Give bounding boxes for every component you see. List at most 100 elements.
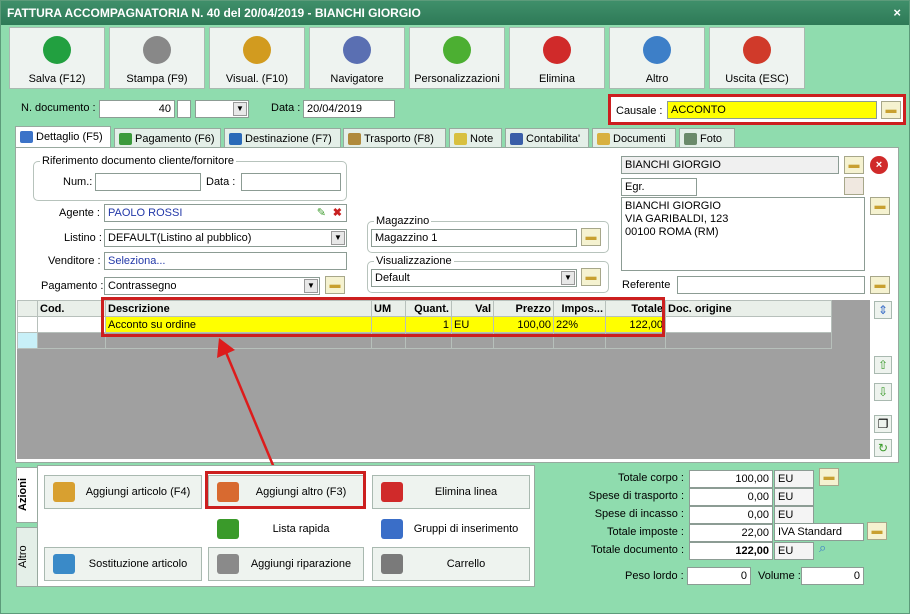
volume-input[interactable]: 0: [801, 567, 864, 585]
altro-button[interactable]: Altro: [609, 27, 705, 89]
column-header[interactable]: Doc. origine: [665, 300, 832, 317]
column-header[interactable]: Cod.: [37, 300, 106, 317]
folder-icon[interactable]: ▬: [819, 468, 839, 486]
aggiungi-articolo-f-button[interactable]: Aggiungi articolo (F4): [44, 475, 202, 509]
arrow-down-icon[interactable]: ⇩: [874, 383, 892, 401]
elimina-linea-button[interactable]: Elimina linea: [372, 475, 530, 509]
sort-icon[interactable]: ⇕: [874, 301, 892, 319]
group-add-icon: [381, 519, 403, 539]
power-icon: [743, 36, 771, 64]
row-highlight: [101, 297, 665, 337]
folder-icon[interactable]: ▬: [870, 197, 890, 215]
listino-select[interactable]: DEFAULT(Listino al pubblico) ▼: [104, 229, 347, 247]
folder-icon[interactable]: ▬: [325, 276, 345, 294]
currency-field: EU: [774, 488, 814, 506]
folder-icon[interactable]: ▬: [881, 101, 901, 119]
tab-contabilita[interactable]: Contabilita': [505, 128, 589, 149]
totale-documento-input[interactable]: 122,00: [689, 542, 773, 560]
venditore-input[interactable]: Seleziona...: [104, 252, 347, 270]
tab-icon: [348, 133, 361, 145]
copy-icon[interactable]: ❐: [874, 415, 892, 433]
iva-select[interactable]: IVA Standard: [774, 523, 864, 541]
totale-trasporto-input[interactable]: 0,00: [689, 488, 773, 506]
person-icon[interactable]: [844, 177, 864, 195]
visual-select[interactable]: Default ▼: [371, 269, 577, 287]
chevron-down-icon[interactable]: ▼: [233, 102, 247, 116]
ndoc-suffix-button[interactable]: [177, 100, 191, 118]
carrello-button[interactable]: Carrello: [372, 547, 530, 581]
causale-label: Causale :: [616, 105, 663, 117]
navigatore-button[interactable]: Navigatore: [309, 27, 405, 89]
tab-label: Contabilita': [526, 133, 581, 145]
tab-documenti[interactable]: Documenti: [592, 128, 676, 149]
chevron-down-icon[interactable]: ▼: [304, 279, 318, 293]
tab-foto[interactable]: Foto: [679, 128, 735, 149]
magazzino-input[interactable]: Magazzino 1: [371, 229, 577, 247]
clear-icon[interactable]: ✖: [333, 205, 342, 221]
sostituzione-articolo-button[interactable]: Sostituzione articolo: [44, 547, 202, 581]
peso-input[interactable]: 0: [687, 567, 751, 585]
prefix-input[interactable]: Egr.: [621, 178, 697, 196]
close-icon[interactable]: ×: [893, 1, 901, 25]
folder-icon[interactable]: ▬: [581, 228, 601, 246]
stampa-f-button[interactable]: Stampa (F9): [109, 27, 205, 89]
row-selector[interactable]: [17, 316, 38, 333]
grid-corner: [17, 300, 38, 317]
totale-incasso-input[interactable]: 0,00: [689, 506, 773, 524]
chevron-down-icon[interactable]: ▼: [561, 271, 575, 285]
folder-icon[interactable]: ▬: [870, 276, 890, 294]
lista-rapida-button[interactable]: Lista rapida: [208, 512, 364, 546]
rif-data-label: Data :: [206, 176, 236, 188]
swap-icon: [53, 554, 75, 574]
tab-icon: [454, 133, 467, 145]
rif-date-input[interactable]: [241, 173, 341, 191]
tab-label: Foto: [700, 133, 723, 145]
tab-note[interactable]: Note: [449, 128, 502, 149]
refresh-icon[interactable]: ↻: [874, 439, 892, 457]
referente-input[interactable]: [677, 276, 865, 294]
currency-field: EU: [774, 470, 814, 488]
tab-pagamento-f[interactable]: Pagamento (F6): [114, 128, 221, 149]
salva-f-button[interactable]: Salva (F12): [9, 27, 105, 89]
uscita-esc-button[interactable]: Uscita (ESC): [709, 27, 805, 89]
ndoc-input[interactable]: 40: [99, 100, 175, 118]
tab-altro[interactable]: Altro: [16, 527, 38, 587]
arrow-up-icon[interactable]: ⇧: [874, 356, 892, 374]
aggiungi-riparazione-button[interactable]: Aggiungi riparazione: [208, 547, 364, 581]
pencil-icon[interactable]: ✎: [317, 205, 326, 221]
gruppi-di-inserimento-button[interactable]: Gruppi di inserimento: [372, 512, 530, 546]
date-input[interactable]: 20/04/2019: [303, 100, 395, 118]
referente-label: Referente: [622, 279, 671, 291]
ndoc-series-select[interactable]: ▼: [195, 100, 249, 118]
folder-icon[interactable]: ▬: [867, 522, 887, 540]
agente-input[interactable]: PAOLO ROSSI ✎ ✖: [104, 204, 347, 222]
folder-icon[interactable]: ▬: [844, 156, 864, 174]
cliente-name: BIANCHI GIORGIO: [621, 156, 839, 174]
folder-icon[interactable]: ▬: [581, 268, 601, 286]
delete-x-icon: [381, 482, 403, 502]
personalizzazioni-button[interactable]: Personalizzazioni: [409, 27, 505, 89]
toolbar-label: Salva (F12): [28, 73, 86, 85]
row-selector[interactable]: [17, 332, 38, 349]
tab-destinazione-f[interactable]: Destinazione (F7): [224, 128, 341, 149]
remove-cliente-icon[interactable]: ×: [870, 156, 888, 174]
tab-dettaglio-f[interactable]: Dettaglio (F5): [15, 126, 111, 149]
grid-cell[interactable]: [37, 316, 106, 333]
tab-azioni[interactable]: Azioni: [16, 467, 38, 523]
pagamento-select[interactable]: Contrassegno ▼: [104, 277, 320, 295]
rif-num-input[interactable]: [95, 173, 201, 191]
visual-value: Default: [375, 272, 410, 284]
tab-icon: [119, 133, 132, 145]
causale-input[interactable]: ACCONTO: [667, 101, 877, 119]
tab-icon: [597, 133, 610, 145]
chevron-down-icon[interactable]: ▼: [331, 231, 345, 245]
visual-f-button[interactable]: Visual. (F10): [209, 27, 305, 89]
address-box[interactable]: BIANCHI GIORGIO VIA GARIBALDI, 123 00100…: [621, 197, 865, 271]
elimina-button[interactable]: Elimina: [509, 27, 605, 89]
totale-imposte-input[interactable]: 22,00: [689, 524, 773, 542]
zoom-icon[interactable]: ⌕: [819, 540, 835, 556]
grid-cell[interactable]: [665, 316, 832, 333]
totale-corpo-input[interactable]: 100,00: [689, 470, 773, 488]
tab-trasporto-f[interactable]: Trasporto (F8): [343, 128, 446, 149]
tab-icon: [229, 133, 242, 145]
